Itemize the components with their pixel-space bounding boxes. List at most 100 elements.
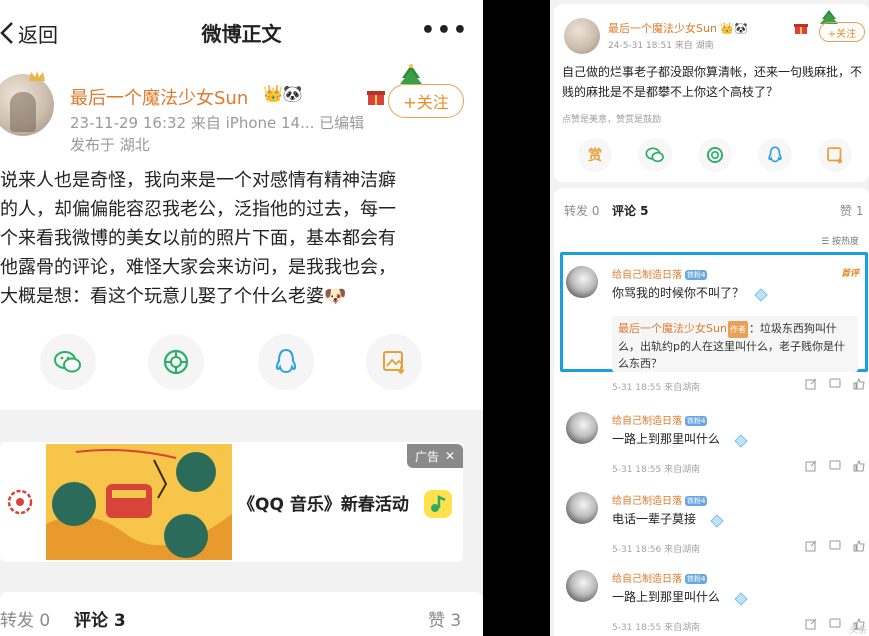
save-image-icon	[827, 147, 843, 164]
diamond-icon	[710, 514, 724, 528]
tab-comment[interactable]: 评论 5	[612, 202, 649, 219]
comment-meta: 5-31 18:55 来自湖南	[612, 623, 701, 633]
close-icon[interactable]: ✕	[445, 449, 455, 463]
list-item: 给自己制造日落 铁粉4 一路上到那里叫什么 5-31 18:55 来自湖南	[558, 404, 869, 480]
avatar[interactable]	[566, 266, 598, 298]
commenter-name[interactable]: 给自己制造日落 铁粉4	[612, 570, 708, 585]
share-wechat-button[interactable]	[40, 334, 96, 390]
share-wechat-button[interactable]	[638, 138, 672, 172]
commenter-name[interactable]: 给自己制造日落 铁粉4	[612, 412, 708, 427]
brand-logo-icon	[7, 489, 33, 515]
gift-icon	[794, 24, 808, 34]
share-icon[interactable]	[805, 460, 817, 472]
ad-title: 《QQ 音乐》新春活动	[238, 495, 409, 515]
left-screenshot-panel: 返回 微博正文 ••• 最后一个魔法少女Sun 👑🐼 23-11-29 16:3…	[0, 0, 483, 636]
comment-text: 你骂我的时候你不叫了？	[612, 286, 745, 300]
follow-button[interactable]: +关注	[388, 84, 464, 118]
reply-icon[interactable]	[829, 540, 841, 552]
right-screenshot-panel: 最后一个魔法少女Sun 👑🐼 24-5-31 18:51 来自 湖南 +关注 自…	[550, 0, 869, 636]
stats-bar: 转发 0 评论 3 赞 3	[0, 592, 483, 636]
list-item: 给自己制造日落 铁粉4 一路上到那里叫什么 5-31 18:55 来自湖南	[558, 562, 869, 636]
commenter-name-text: 给自己制造日落	[612, 416, 682, 427]
tab-like[interactable]: 赞 3	[428, 606, 461, 631]
list-item: 给自己制造日落 铁粉4 首评 你骂我的时候你不叫了？ 最后一个魔法少女Sun 作者：…	[558, 258, 869, 393]
tab-repost[interactable]: 转发 0	[0, 606, 50, 631]
sort-by-hot-button[interactable]: ☰ 按热度	[821, 234, 859, 247]
comment-meta: 5-31 18:56 来自湖南	[612, 545, 701, 555]
commenter-name-text: 给自己制造日落	[612, 270, 682, 281]
fan-level-badge: 铁粉4	[685, 574, 708, 584]
ad-banner[interactable]: 广告 ✕ 《QQ 音乐》新春活动	[0, 442, 463, 562]
tab-comment[interactable]: 评论 3	[74, 606, 126, 631]
fan-level-badge: 铁粉4	[685, 270, 708, 280]
avatar[interactable]	[566, 412, 598, 444]
save-image-icon	[383, 351, 405, 375]
diamond-icon	[754, 288, 768, 302]
post-text-line: 大概是想：看这个玩意儿娶了个什么老婆🐶	[0, 286, 347, 307]
post-card: 最后一个魔法少女Sun 👑🐼 23-11-29 16:32 来自 iPhone …	[0, 62, 483, 410]
save-image-button[interactable]	[366, 334, 422, 390]
user-badges: 👑🐼	[263, 84, 303, 103]
share-moments-button[interactable]	[698, 138, 732, 172]
first-comment-tag: 首评	[840, 269, 859, 279]
moments-icon	[706, 146, 724, 164]
moments-icon	[163, 349, 189, 375]
share-moments-button[interactable]	[148, 334, 204, 390]
share-icon[interactable]	[805, 618, 817, 630]
post-location: 发布于 湖北	[70, 136, 150, 154]
follow-button[interactable]: +关注	[819, 22, 865, 42]
wechat-icon	[54, 351, 81, 373]
wechat-icon	[645, 147, 664, 163]
like-icon[interactable]	[853, 378, 865, 390]
diamond-icon	[734, 592, 748, 606]
comment-meta: 5-31 18:55 来自湖南	[612, 383, 701, 393]
avatar[interactable]	[566, 492, 598, 524]
reply-icon[interactable]	[829, 618, 841, 630]
reply-icon[interactable]	[829, 460, 841, 472]
avatar[interactable]	[0, 74, 54, 136]
list-item: 给自己制造日落 铁粉4 电话一辈子莫接 5-31 18:56 来自湖南	[558, 484, 869, 560]
share-icon[interactable]	[805, 378, 817, 390]
avatar[interactable]	[564, 18, 600, 54]
crown-decoration-icon	[29, 71, 45, 81]
comment-actions	[795, 540, 865, 554]
share-qq-button[interactable]	[258, 334, 314, 390]
reply-preview[interactable]: 最后一个魔法少女Sun 作者 ：垃圾东西狗叫什么，出轨约p的人在这里叫什么，老子贱你…	[612, 316, 858, 372]
christmas-tree-icon	[400, 64, 422, 84]
fan-level-badge: 铁粉4	[685, 416, 708, 426]
qq-icon	[275, 348, 297, 374]
reply-author: 最后一个魔法少女Sun	[618, 322, 727, 335]
avatar[interactable]	[566, 570, 598, 602]
commenter-name-text: 给自己制造日落	[612, 496, 682, 507]
share-icon[interactable]	[805, 540, 817, 552]
comment-text: 电话一辈子莫接	[612, 512, 697, 526]
user-name[interactable]: 最后一个魔法少女Sun 👑🐼	[608, 20, 748, 36]
post-card: 最后一个魔法少女Sun 👑🐼 24-5-31 18:51 来自 湖南 +关注 自…	[554, 4, 869, 182]
post-text-line: 的人，却偏偏能容忍我老公，泛指他的过去，每一	[0, 199, 396, 220]
commenter-name[interactable]: 给自己制造日落 铁粉4	[612, 266, 708, 281]
share-qq-button[interactable]	[758, 138, 792, 172]
more-menu-button[interactable]: •••	[421, 20, 469, 42]
post-text-line: 他露骨的评论，难怪大家会来访问，是我我也会，	[0, 257, 396, 278]
share-row	[0, 334, 483, 394]
comment-actions	[795, 378, 865, 392]
author-tag: 作者	[727, 321, 748, 338]
reward-button[interactable]: 赏	[578, 138, 612, 172]
tab-like[interactable]: 赞 1	[840, 202, 863, 219]
post-text-line: 个来看我微博的美女以前的照片下面，基本都会有	[0, 228, 396, 249]
commenter-name[interactable]: 给自己制造日落 铁粉4	[612, 492, 708, 507]
qq-music-icon	[424, 490, 452, 518]
qq-icon	[768, 146, 782, 163]
like-icon[interactable]	[853, 540, 865, 552]
tab-repost[interactable]: 转发 0	[564, 202, 599, 219]
ad-illustration	[46, 444, 232, 560]
nav-bar: 返回 微博正文 •••	[0, 0, 483, 62]
ad-tag-label: 广告	[414, 449, 439, 464]
user-name[interactable]: 最后一个魔法少女Sun	[70, 84, 248, 110]
reply-icon[interactable]	[829, 378, 841, 390]
save-image-button[interactable]	[818, 138, 852, 172]
post-meta: 24-5-31 18:51 来自 湖南	[608, 41, 714, 51]
ad-tag[interactable]: 广告 ✕	[407, 444, 463, 468]
like-icon[interactable]	[853, 460, 865, 472]
post-meta: 23-11-29 16:32 来自 iPhone 14... 已编辑	[70, 114, 365, 132]
